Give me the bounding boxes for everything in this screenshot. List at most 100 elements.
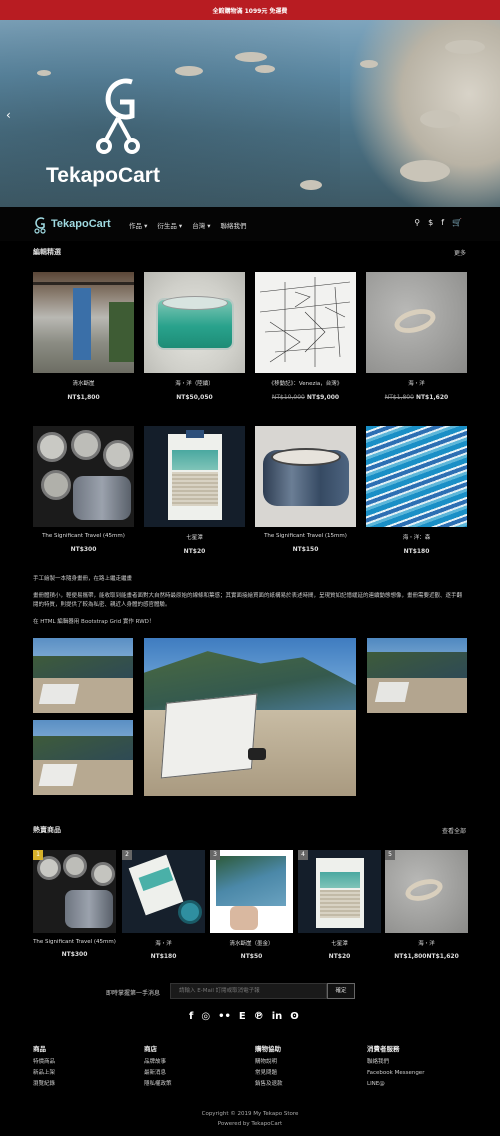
nav-item-derivatives[interactable]: 衍生品 ▾	[157, 220, 182, 230]
product-name[interactable]: 《移動記》：Venezia，台灣》	[255, 379, 356, 387]
email-input[interactable]	[170, 983, 327, 999]
product-image[interactable]	[33, 426, 134, 527]
product-price: NT$1,800NT$1,620	[366, 394, 467, 401]
product-card[interactable]: 《移動記》：Venezia，台灣》 NT$10,000 NT$9,000	[255, 272, 356, 401]
product-image[interactable]	[255, 272, 356, 373]
announcement-text: 全館購物滿 1099元 免運費	[212, 7, 288, 15]
gallery-photo	[367, 638, 467, 713]
search-icon[interactable]: ⚲	[414, 218, 420, 227]
footer-link[interactable]: 品牌故事	[144, 1057, 172, 1068]
product-name[interactable]: 海・洋：森	[366, 533, 467, 541]
hot-product-card[interactable]: 1 The Significant Travel (45mm) NT$300	[33, 850, 116, 958]
product-image[interactable]	[144, 272, 245, 373]
rock	[420, 110, 460, 128]
rock	[37, 70, 51, 76]
footer-link[interactable]: 特價商品	[33, 1057, 55, 1068]
instagram-icon[interactable]: ◎	[201, 1011, 210, 1022]
footer-link[interactable]: LINE@	[367, 1079, 424, 1090]
nav-item-taiwan[interactable]: 台灣 ▾	[192, 220, 210, 230]
weibo-icon[interactable]: ʘ	[290, 1011, 299, 1022]
product-image[interactable]	[366, 426, 467, 527]
tekapocart-logo-icon	[96, 78, 140, 154]
product-card[interactable]: 海・洋（陸續） NT$50,050	[144, 272, 245, 401]
hot-product-card[interactable]: 3 清水斷崖（墨金） NT$50	[210, 850, 293, 960]
product-name[interactable]: 海・洋	[385, 939, 468, 947]
footer-link[interactable]: 銷售及退款	[255, 1079, 283, 1090]
e-icon[interactable]: E	[239, 1011, 246, 1022]
pinterest-icon[interactable]: ℗	[254, 1011, 264, 1022]
product-price-value: NT$180	[403, 548, 430, 555]
product-name[interactable]: 清水斷崖	[33, 379, 134, 387]
facebook-icon[interactable]: f	[441, 218, 444, 227]
nav-brand[interactable]: TekapoCart	[51, 218, 111, 230]
footer-col-title: 商店	[144, 1045, 157, 1053]
flickr-icon[interactable]: ••	[218, 1011, 231, 1022]
footer-link[interactable]: 最新消息	[144, 1068, 172, 1079]
footer-col-store: 商店 品牌故事 最新消息 隱私權政策	[144, 1044, 172, 1090]
rock	[445, 40, 485, 54]
carousel-prev-icon[interactable]: ‹	[6, 108, 11, 122]
nav-item-works[interactable]: 作品 ▾	[129, 220, 147, 230]
product-old-price: NT$1,800	[394, 953, 427, 960]
product-name[interactable]: The Significant Travel (45mm)	[33, 939, 116, 945]
nav-item-contact[interactable]: 聯絡我們	[221, 220, 247, 230]
footer-link[interactable]: Facebook Messenger	[367, 1068, 424, 1079]
hot-more-link[interactable]: 查看全部	[442, 826, 466, 835]
cart-icon[interactable]: 🛒	[452, 218, 462, 227]
product-card[interactable]: The Significant Travel (15mm) NT$150	[255, 426, 356, 553]
product-price-value: NT$300	[61, 951, 88, 958]
product-name[interactable]: The Significant Travel (45mm)	[33, 533, 134, 539]
footer-link[interactable]: 瀏覽紀錄	[33, 1079, 55, 1090]
product-name[interactable]: 清水斷崖（墨金）	[210, 939, 293, 947]
product-name[interactable]: 七星潭	[144, 533, 245, 541]
product-price: NT$1,800NT$1,620	[385, 953, 468, 960]
product-card[interactable]: 七星潭 NT$20	[144, 426, 245, 555]
footer-link[interactable]: 新品上架	[33, 1068, 55, 1079]
subscribe-button[interactable]: 確定	[327, 983, 355, 999]
product-price-value: NT$50	[240, 953, 263, 960]
product-name[interactable]: The Significant Travel (15mm)	[255, 533, 356, 539]
product-image[interactable]: 4	[298, 850, 381, 933]
hot-product-card[interactable]: 5 海・洋 NT$1,800NT$1,620	[385, 850, 468, 960]
footer-link[interactable]: 常見問題	[255, 1068, 283, 1079]
footer-link[interactable]: 隱私權政策	[144, 1079, 172, 1090]
product-name[interactable]: 海・洋	[366, 379, 467, 387]
product-image[interactable]	[33, 272, 134, 373]
product-image[interactable]	[255, 426, 356, 527]
product-card[interactable]: 海・洋 NT$1,800 NT$1,620	[366, 272, 467, 401]
currency-icon[interactable]: $	[428, 218, 433, 227]
product-image[interactable]: 5	[385, 850, 468, 933]
footer-link[interactable]: 聯絡我們	[367, 1057, 424, 1068]
product-image[interactable]: 3	[210, 850, 293, 933]
nav-logo-icon[interactable]	[33, 216, 47, 234]
hot-product-card[interactable]: 4 七星潭 NT$20	[298, 850, 381, 960]
product-price-value: NT$180	[150, 953, 177, 960]
product-price-value: NT$50,050	[176, 394, 213, 401]
product-price: NT$180	[366, 548, 467, 555]
rock	[300, 180, 322, 190]
footer-link[interactable]: 購物說明	[255, 1057, 283, 1068]
hot-title: 熱賣商品	[33, 826, 61, 834]
product-card[interactable]: 海・洋：森 NT$180	[366, 426, 467, 555]
product-image[interactable]	[144, 426, 245, 527]
hero-banner[interactable]: ‹ TekapoCart	[0, 20, 500, 207]
product-image[interactable]: 1	[33, 850, 116, 933]
product-card[interactable]: 清水斷崖 NT$1,800	[33, 272, 134, 401]
linkedin-icon[interactable]: in	[272, 1011, 283, 1022]
facebook-icon[interactable]: f	[189, 1011, 193, 1022]
product-name[interactable]: 七星潭	[298, 939, 381, 947]
sketch-drawing	[259, 277, 351, 367]
rank-badge: 1	[33, 850, 43, 860]
featured-more-link[interactable]: 更多	[454, 248, 466, 257]
product-card[interactable]: The Significant Travel (45mm) NT$300	[33, 426, 134, 553]
product-image[interactable]: 2	[122, 850, 205, 933]
rock	[235, 52, 267, 62]
powered-by-text[interactable]: Powered by TekapoCart	[0, 1121, 500, 1127]
product-price-value: NT$150	[292, 546, 319, 553]
hot-product-card[interactable]: 2 海・洋 NT$180	[122, 850, 205, 960]
product-name[interactable]: 海・洋（陸續）	[144, 379, 245, 387]
product-image[interactable]	[366, 272, 467, 373]
nav-icons: ⚲ $ f 🛒	[414, 218, 462, 227]
product-name[interactable]: 海・洋	[122, 939, 205, 947]
announcement-bar: 全館購物滿 1099元 免運費	[0, 0, 500, 20]
